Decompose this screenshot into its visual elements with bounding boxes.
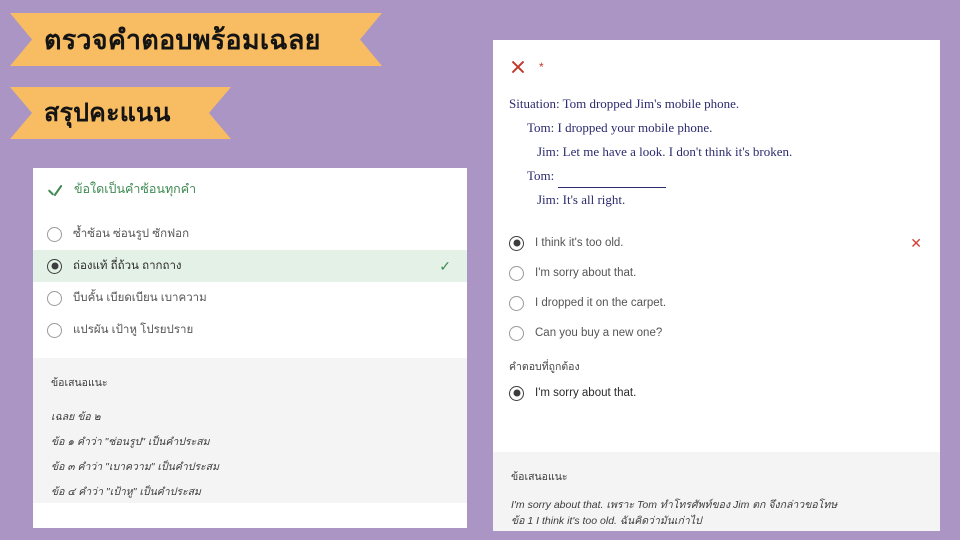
- feedback-line: เฉลย ข้อ ๒: [51, 411, 101, 423]
- option-list-right: I think it's too old. ✕ I'm sorry about …: [493, 228, 940, 348]
- option-row-2[interactable]: ถ่องแท้ ถี่ถ้วน ถากถาง ✓: [33, 250, 467, 282]
- situation-line: Jim: Let me have a look. I don't think i…: [537, 144, 793, 159]
- option-label-1: I think it's too old.: [535, 236, 624, 249]
- feedback-line: ข้อ ๔ คำว่า "เป้าหู" เป็นคำประสม: [51, 486, 201, 498]
- option-row-4[interactable]: Can you buy a new one?: [493, 318, 940, 348]
- option-label-4: Can you buy a new one?: [535, 326, 663, 339]
- feedback-box-right: ข้อเสนอแนะ I'm sorry about that. เพราะ T…: [493, 452, 940, 531]
- x-icon: [511, 60, 525, 74]
- option-row-1[interactable]: ซ้ำซ้อน ซ่อนรูป ซักฟอก: [33, 218, 467, 250]
- correct-answer-label: คำตอบที่ถูกต้อง: [509, 361, 580, 373]
- radio-button-correct: [509, 385, 524, 401]
- required-marker: *: [539, 60, 544, 74]
- question-title-left: ข้อใดเป็นคำซ้อนทุกคำ: [74, 182, 197, 196]
- feedback-line: ข้อ ๓ คำว่า "เบาความ" เป็นคำประสม: [51, 461, 220, 473]
- check-icon: [46, 182, 64, 200]
- feedback-line: I'm sorry about that. เพราะ Tom ทำโทรศัพ…: [511, 499, 838, 511]
- feedback-line: ข้อ 3 I dropped it on the carpet. ฉันทำห…: [511, 529, 922, 531]
- radio-button-4[interactable]: [47, 322, 62, 338]
- radio-button-4[interactable]: [509, 325, 524, 341]
- banner-check-answers-label: ตรวจคำตอบพร้อมเฉลย: [44, 25, 321, 55]
- situation-line: Tom: I dropped your mobile phone.: [527, 120, 713, 135]
- blank-underline: [558, 176, 667, 188]
- correct-check-icon: ✓: [439, 258, 451, 274]
- situation-block: Situation: Tom dropped Jim's mobile phon…: [493, 78, 940, 212]
- incorrect-x-icon: ✕: [910, 235, 922, 251]
- slide-canvas: ตรวจคำตอบพร้อมเฉลย สรุปคะแนน ข้อใดเป็นคำ…: [0, 0, 960, 540]
- radio-button-2[interactable]: [509, 265, 524, 281]
- correct-answer-row: I'm sorry about that.: [493, 379, 940, 407]
- option-row-3[interactable]: บีบคั้น เบียดเบียน เบาความ: [33, 282, 467, 314]
- feedback-line: ข้อ ๑ คำว่า "ซ่อนรูป" เป็นคำประสม: [51, 436, 210, 448]
- option-label-2: I'm sorry about that.: [535, 266, 637, 279]
- radio-button-1[interactable]: [47, 226, 62, 242]
- option-label-4: แปรผัน เป้าหู โปรยปราย: [73, 323, 194, 336]
- option-label-1: ซ้ำซ้อน ซ่อนรูป ซักฟอก: [73, 227, 190, 240]
- radio-button-2[interactable]: [47, 258, 62, 274]
- radio-button-3[interactable]: [47, 290, 62, 306]
- option-list-left: ซ้ำซ้อน ซ่อนรูป ซักฟอก ถ่องแท้ ถี่ถ้วน ถ…: [33, 218, 467, 346]
- radio-button-1[interactable]: [509, 235, 524, 251]
- feedback-title-left: ข้อเสนอแนะ: [51, 377, 108, 389]
- option-row-1[interactable]: I think it's too old. ✕: [493, 228, 940, 258]
- option-row-3[interactable]: I dropped it on the carpet.: [493, 288, 940, 318]
- feedback-line: ข้อ 1 I think it's too old. ฉันคิดว่ามัน…: [511, 515, 702, 527]
- option-row-2[interactable]: I'm sorry about that.: [493, 258, 940, 288]
- situation-line: Jim: It's all right.: [537, 192, 626, 207]
- correct-answer-text: I'm sorry about that.: [535, 386, 637, 399]
- banner-score-summary: สรุปคะแนน: [10, 87, 231, 139]
- situation-line: Situation: Tom dropped Jim's mobile phon…: [509, 96, 740, 111]
- option-label-3: I dropped it on the carpet.: [535, 296, 667, 309]
- radio-button-3[interactable]: [509, 295, 524, 311]
- question-header-right: *: [493, 40, 940, 78]
- option-label-2: ถ่องแท้ ถี่ถ้วน ถากถาง: [73, 259, 182, 272]
- situation-line-blank: Tom:: [509, 164, 920, 188]
- banner-check-answers: ตรวจคำตอบพร้อมเฉลย: [10, 13, 382, 66]
- situation-line-label: Tom:: [527, 168, 555, 183]
- question-card-right: * Situation: Tom dropped Jim's mobile ph…: [493, 40, 940, 531]
- option-label-3: บีบคั้น เบียดเบียน เบาความ: [73, 291, 207, 304]
- feedback-box-left: ข้อเสนอแนะ เฉลย ข้อ ๒ ข้อ ๑ คำว่า "ซ่อนร…: [33, 358, 467, 503]
- banner-score-summary-label: สรุปคะแนน: [44, 99, 171, 127]
- question-header-left: ข้อใดเป็นคำซ้อนทุกคำ: [33, 168, 467, 200]
- option-row-4[interactable]: แปรผัน เป้าหู โปรยปราย: [33, 314, 467, 346]
- question-card-left: ข้อใดเป็นคำซ้อนทุกคำ ซ้ำซ้อน ซ่อนรูป ซัก…: [33, 168, 467, 528]
- feedback-title-right: ข้อเสนอแนะ: [511, 471, 568, 483]
